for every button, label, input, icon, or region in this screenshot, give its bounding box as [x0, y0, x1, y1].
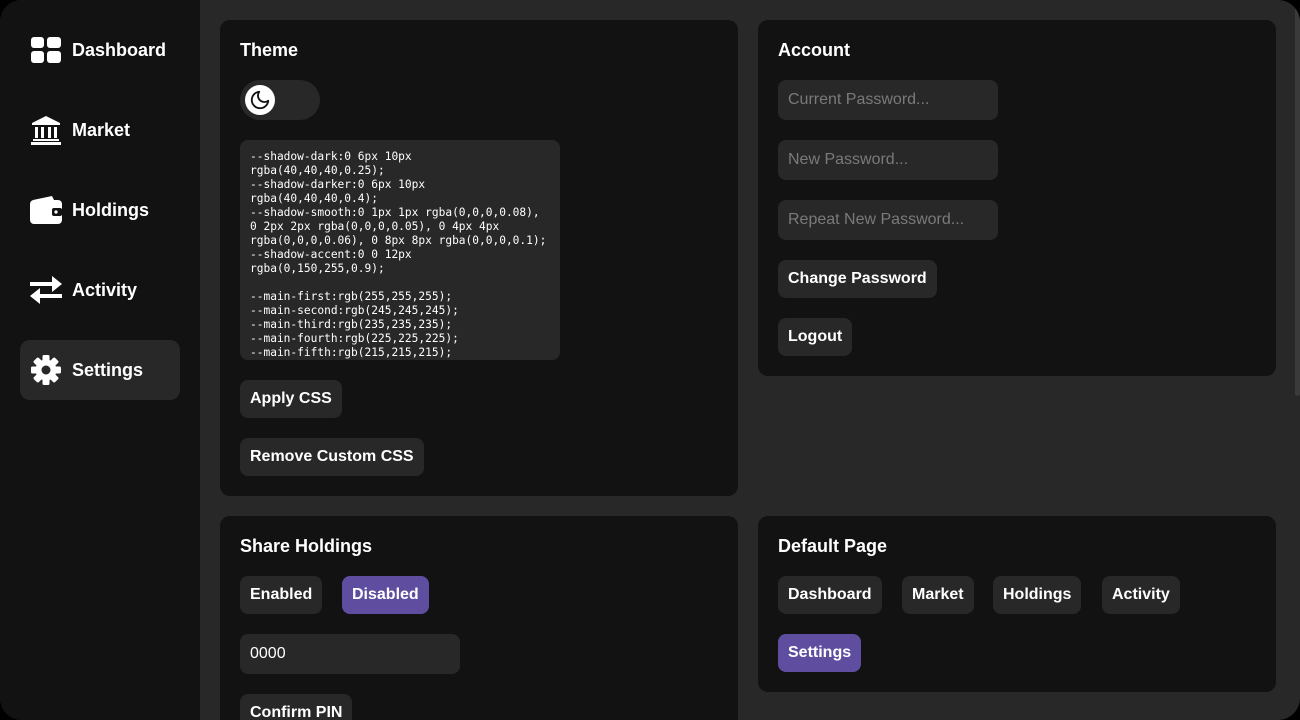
- bank-icon: [30, 114, 62, 146]
- moon-icon: [245, 85, 275, 115]
- theme-card-title: Theme: [240, 40, 299, 60]
- account-card-title: Account: [778, 40, 850, 60]
- new-password-field[interactable]: [778, 140, 998, 180]
- default-page-option-market[interactable]: Market: [902, 576, 974, 614]
- confirm-pin-button[interactable]: Confirm PIN: [240, 694, 353, 720]
- sidebar: Dashboard Market Holdings Activity Setti…: [0, 0, 200, 720]
- apply-css-button[interactable]: Apply CSS: [240, 380, 342, 418]
- change-password-button[interactable]: Change Password: [778, 260, 937, 298]
- theme-card: Theme --shadow-dark:0 6px 10px rgba(40,4…: [220, 20, 738, 496]
- sidebar-item-label: Activity: [72, 279, 138, 300]
- app-window: Dashboard Market Holdings Activity Setti…: [0, 0, 1300, 720]
- default-page-option-dashboard[interactable]: Dashboard: [778, 576, 882, 614]
- pin-field[interactable]: [240, 634, 460, 674]
- exchange-arrows-icon: [30, 274, 62, 306]
- sidebar-item-settings[interactable]: Settings: [20, 340, 180, 400]
- wallet-icon: [30, 194, 62, 226]
- scrollbar[interactable]: [1295, 0, 1300, 396]
- remove-custom-css-button[interactable]: Remove Custom CSS: [240, 438, 424, 476]
- gear-icon: [30, 354, 62, 386]
- default-page-option-activity[interactable]: Activity: [1102, 576, 1180, 614]
- sidebar-item-dashboard[interactable]: Dashboard: [20, 20, 180, 80]
- sidebar-item-holdings[interactable]: Holdings: [20, 180, 180, 240]
- theme-toggle[interactable]: [240, 80, 320, 120]
- sidebar-item-activity[interactable]: Activity: [20, 260, 180, 320]
- dashboard-icon: [30, 34, 62, 66]
- default-page-option-holdings[interactable]: Holdings: [993, 576, 1082, 614]
- sidebar-item-label: Settings: [72, 359, 144, 380]
- share-holdings-card: Share Holdings Enabled Disabled Confirm …: [220, 516, 738, 720]
- logout-button[interactable]: Logout: [778, 318, 853, 356]
- share-holdings-card-title: Share Holdings: [240, 536, 373, 556]
- default-page-card-title: Default Page: [778, 536, 888, 556]
- account-card: Account Change Password Logout: [758, 20, 1276, 376]
- sidebar-item-label: Market: [72, 119, 131, 140]
- default-page-card: Default Page Dashboard Market Holdings A…: [758, 516, 1276, 692]
- sidebar-item-label: Dashboard: [72, 39, 167, 60]
- share-enabled-button[interactable]: Enabled: [240, 576, 323, 614]
- sidebar-item-label: Holdings: [72, 199, 149, 220]
- default-page-option-settings[interactable]: Settings: [778, 634, 862, 672]
- custom-css-input[interactable]: --shadow-dark:0 6px 10px rgba(40,40,40,0…: [240, 140, 560, 360]
- share-disabled-button[interactable]: Disabled: [342, 576, 429, 614]
- repeat-password-field[interactable]: [778, 200, 998, 240]
- sidebar-item-market[interactable]: Market: [20, 100, 180, 160]
- current-password-field[interactable]: [778, 80, 998, 120]
